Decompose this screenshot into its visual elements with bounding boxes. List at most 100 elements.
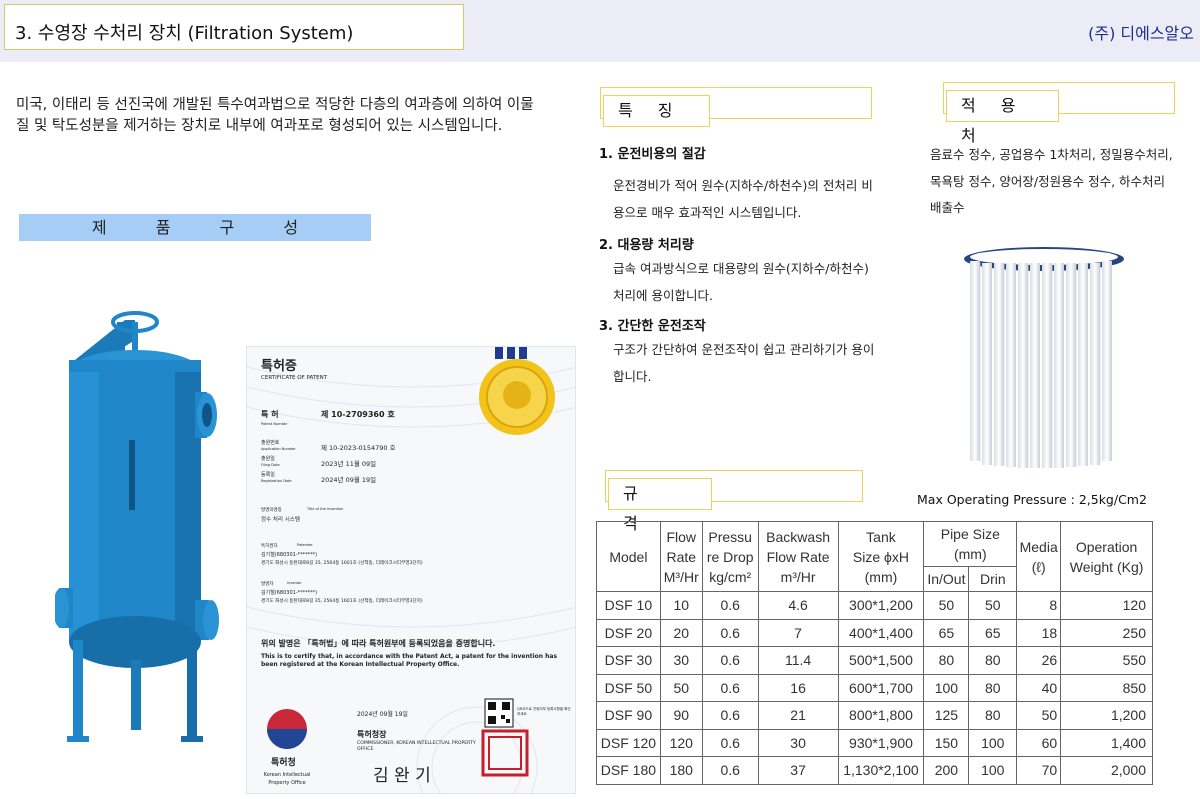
table-row: DSF 90 90 0.6 21 800*1,800 125 80 50 1,200 <box>596 701 1153 730</box>
qr-note: QR코드로 진위여부 등록사항을 확인하세요 <box>517 707 571 716</box>
cell-drin: 80 <box>968 646 1018 675</box>
invention-title: 정수 처리 시스템 <box>261 517 300 523</box>
col-tank: Tank Size ϕxH (mm) <box>837 521 925 592</box>
cell-drin: 100 <box>968 728 1018 757</box>
cell-weight: 120 <box>1060 591 1153 620</box>
cell-backwash: 7 <box>757 618 839 647</box>
cell-media: 8 <box>1016 591 1062 620</box>
composition-heading: 제 품 구 성 <box>19 214 371 241</box>
feature-3-desc: 구조가 간단하여 운전조작이 쉽고 관리하기가 용이합니다. <box>613 342 875 384</box>
cell-inout: 125 <box>923 701 970 730</box>
cell-model: DSF 20 <box>596 618 661 647</box>
application-number: 제 10-2023-0154790 호 <box>321 444 396 452</box>
cell-inout: 65 <box>923 618 970 647</box>
cell-pressure: 0.6 <box>701 728 759 757</box>
filing-label: 출원일 <box>261 456 275 462</box>
cell-flow: 90 <box>659 701 703 730</box>
inventor-address: 경기도 화성시 동탄대로8길 35, 2564동 1601호 (산척동, 더레이… <box>261 599 423 604</box>
cell-drin: 80 <box>968 673 1018 702</box>
table-row: DSF 180 180 0.6 37 1,130*2,100 200 100 70 2,000 <box>596 756 1153 785</box>
cell-flow: 10 <box>659 591 703 620</box>
table-row: DSF 10 10 0.6 4.6 300*1,200 50 50 8 120 <box>596 591 1153 620</box>
invention-label-en: Title of the Invention <box>307 507 344 511</box>
cell-tank: 800*1,800 <box>837 701 925 730</box>
col-media-unit: (ℓ) <box>1031 558 1046 575</box>
col-backwash-line1: Backwash <box>766 528 830 545</box>
cell-media: 70 <box>1016 756 1062 785</box>
cell-flow: 120 <box>659 728 703 757</box>
cell-weight: 250 <box>1060 618 1153 647</box>
cell-backwash: 4.6 <box>757 591 839 620</box>
cell-backwash: 37 <box>757 756 839 785</box>
col-backwash: Backwash Flow Rate m³/Hr <box>757 521 839 592</box>
cell-model: DSF 30 <box>596 646 661 675</box>
col-tank-line2: Size ϕxH <box>852 548 909 565</box>
cell-pressure: 0.6 <box>701 673 759 702</box>
cell-inout: 80 <box>923 646 970 675</box>
patentee-label-en: Patentee <box>297 543 313 547</box>
patent-certificate: 특허증 CERTIFICATE OF PATENT 특 허 Patent Num… <box>246 346 576 794</box>
cell-flow: 50 <box>659 673 703 702</box>
cert-title: 특허증 <box>261 359 297 374</box>
cell-model: DSF 90 <box>596 701 661 730</box>
col-flow-line1: Flow <box>666 528 697 545</box>
cell-drin: 80 <box>968 701 1018 730</box>
spec-table: Model Flow Rate M³/Hr Pressu re Drop kg/cm² … <box>596 521 1153 785</box>
cert-statement-en: This is to certify that, in accordance w… <box>261 653 558 668</box>
feature-1-desc: 운전경비가 적어 원수(지하수/하천수)의 전처리 비용으로 매우 효과적인 시… <box>613 178 873 220</box>
cell-weight: 550 <box>1060 646 1153 675</box>
cell-drin: 100 <box>968 756 1018 785</box>
cell-model: DSF 50 <box>596 673 661 702</box>
cell-tank: 600*1,700 <box>837 673 925 702</box>
cell-pressure: 0.6 <box>701 618 759 647</box>
patent-label-en: Patent Number <box>261 422 288 426</box>
table-row: DSF 30 30 0.6 11.4 500*1,500 80 80 26 550 <box>596 646 1153 675</box>
feature-2-title: 2. 대용량 처리량 <box>599 238 694 253</box>
cell-pressure: 0.6 <box>701 701 759 730</box>
col-tank-line1: Tank <box>866 528 896 545</box>
patentee-address: 경기도 화성시 동탄대로8길 35, 2564동 1601호 (산척동, 더레이… <box>261 561 423 566</box>
cell-model: DSF 10 <box>596 591 661 620</box>
cert-statement-ko: 위의 발명은 「특허법」에 따라 특허원부에 등록되었음을 증명합니다. <box>261 639 496 648</box>
cell-weight: 1,400 <box>1060 728 1153 757</box>
cell-tank: 300*1,200 <box>837 591 925 620</box>
col-backwash-line2: Flow Rate <box>766 548 830 565</box>
cell-model: DSF 120 <box>596 728 661 757</box>
cell-media: 50 <box>1016 701 1062 730</box>
cell-tank: 400*1,400 <box>837 618 925 647</box>
cell-backwash: 11.4 <box>757 646 839 675</box>
patentee-name: 김기철(680301-*******) <box>261 552 318 558</box>
spec-heading: 규 격 <box>608 478 712 533</box>
col-pressure-unit: kg/cm² <box>709 568 752 585</box>
col-pipe-unit: (mm) <box>953 546 987 562</box>
cell-media: 26 <box>1016 646 1062 675</box>
col-weight-line2: Weight (Kg) <box>1069 558 1144 575</box>
features-heading: 특 징 <box>603 95 710 127</box>
invention-label: 발명의명칭 <box>261 508 282 513</box>
col-inout: In/Out <box>923 566 970 592</box>
cell-inout: 200 <box>923 756 970 785</box>
filing-date: 2023년 11월 09일 <box>321 460 377 468</box>
cell-media: 40 <box>1016 673 1062 702</box>
col-flow: Flow Rate M³/Hr <box>659 521 703 592</box>
registration-label-en: Registration Date <box>261 479 292 483</box>
cell-media: 60 <box>1016 728 1062 757</box>
table-row: DSF 20 20 0.6 7 400*1,400 65 65 18 250 <box>596 618 1153 647</box>
cell-tank: 1,130*2,100 <box>837 756 925 785</box>
col-pressure-line2: re Drop <box>706 548 754 565</box>
issue-date: 2024년 09월 19일 <box>357 711 408 718</box>
cell-weight: 850 <box>1060 673 1153 702</box>
feature-2-desc: 급속 여과방식으로 대용량의 원수(지하수/하천수) 처리에 용이합니다. <box>613 261 869 303</box>
commissioner-en: COMMISSIONER, KOREAN INTELLECTUAL PROPER… <box>357 741 476 752</box>
cell-weight: 1,200 <box>1060 701 1153 730</box>
col-tank-unit: (mm) <box>864 568 898 585</box>
patentee-label: 특허권자 <box>261 544 278 549</box>
cell-inout: 50 <box>923 591 970 620</box>
cell-pressure: 0.6 <box>701 646 759 675</box>
cell-backwash: 16 <box>757 673 839 702</box>
registration-date: 2024년 09월 19일 <box>321 476 377 484</box>
col-flow-unit: M³/Hr <box>663 568 699 585</box>
application-label-en: Application Number <box>261 447 296 451</box>
inventor-name: 김기철(680301-*******) <box>261 590 318 596</box>
cert-title-en: CERTIFICATE OF PATENT <box>261 375 328 381</box>
